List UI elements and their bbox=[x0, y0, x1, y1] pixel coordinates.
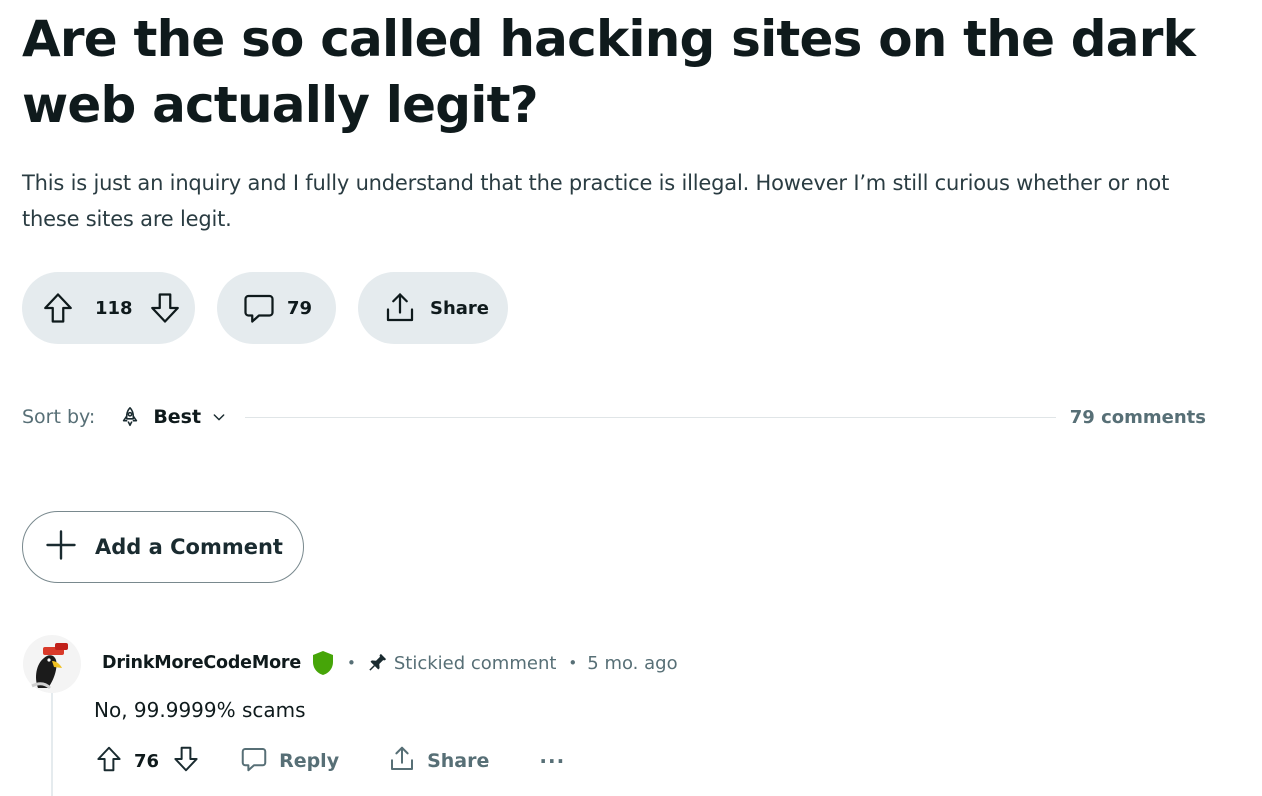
separator-dot: • bbox=[347, 654, 356, 672]
post-vote-bar: 118 bbox=[22, 272, 195, 344]
post-share-label: Share bbox=[430, 297, 490, 319]
post-body: This is just an inquiry and I fully unde… bbox=[22, 171, 1170, 231]
comment-text: No, 99.9999% scams bbox=[94, 698, 306, 722]
post-share-button[interactable]: Share bbox=[358, 272, 508, 344]
chevron-down-icon[interactable] bbox=[211, 409, 227, 425]
sort-bar: Sort by: Best 79 comments bbox=[22, 400, 1206, 434]
comment: DrinkMoreCodeMore • Stickied comment • 5… bbox=[22, 630, 1222, 796]
downvote-icon[interactable] bbox=[147, 290, 183, 326]
reply-label: Reply bbox=[279, 750, 340, 772]
post-comment-count: 79 bbox=[287, 297, 313, 319]
comment-meta: DrinkMoreCodeMore • Stickied comment • 5… bbox=[102, 648, 678, 678]
rocket-icon[interactable] bbox=[119, 406, 141, 428]
sort-label: Sort by: bbox=[22, 406, 96, 428]
thread-line[interactable] bbox=[51, 688, 53, 796]
comment-vote-count: 76 bbox=[134, 750, 160, 772]
add-comment-button[interactable]: Add a Comment bbox=[22, 511, 304, 583]
comment-upvote-icon[interactable] bbox=[94, 744, 124, 778]
pin-icon bbox=[366, 652, 388, 674]
more-options-button[interactable]: ··· bbox=[539, 749, 565, 773]
post-page: Are the so called hacking sites on the d… bbox=[0, 0, 1262, 796]
plus-icon bbox=[43, 527, 79, 567]
stickied-label: Stickied comment bbox=[393, 652, 557, 674]
comment-actions: 76 Reply Share ··· bbox=[94, 740, 565, 782]
reply-bubble-icon bbox=[239, 744, 269, 778]
sort-dropdown[interactable]: Best bbox=[153, 406, 201, 428]
add-comment-label: Add a Comment bbox=[95, 535, 283, 559]
comment-downvote-icon[interactable] bbox=[171, 744, 201, 778]
comment-bubble-icon bbox=[241, 290, 277, 326]
comments-total: 79 comments bbox=[1069, 406, 1206, 428]
upvote-icon[interactable] bbox=[40, 290, 76, 326]
comment-author[interactable]: DrinkMoreCodeMore bbox=[102, 653, 301, 673]
separator-dot: • bbox=[568, 654, 578, 672]
reply-button[interactable]: Reply bbox=[239, 744, 339, 778]
sort-divider bbox=[245, 416, 1056, 418]
post-vote-count: 118 bbox=[95, 297, 133, 319]
share-icon bbox=[387, 744, 417, 778]
moderator-shield-icon bbox=[311, 650, 335, 676]
comment-timestamp[interactable]: 5 mo. ago bbox=[587, 653, 677, 674]
comment-share-label: Share bbox=[427, 750, 490, 772]
share-icon bbox=[382, 290, 418, 326]
comment-share-button[interactable]: Share bbox=[387, 744, 489, 778]
post-comments-button[interactable]: 79 bbox=[217, 272, 336, 344]
avatar[interactable] bbox=[22, 634, 82, 694]
post-title: Are the so called hacking sites on the d… bbox=[22, 10, 1196, 134]
